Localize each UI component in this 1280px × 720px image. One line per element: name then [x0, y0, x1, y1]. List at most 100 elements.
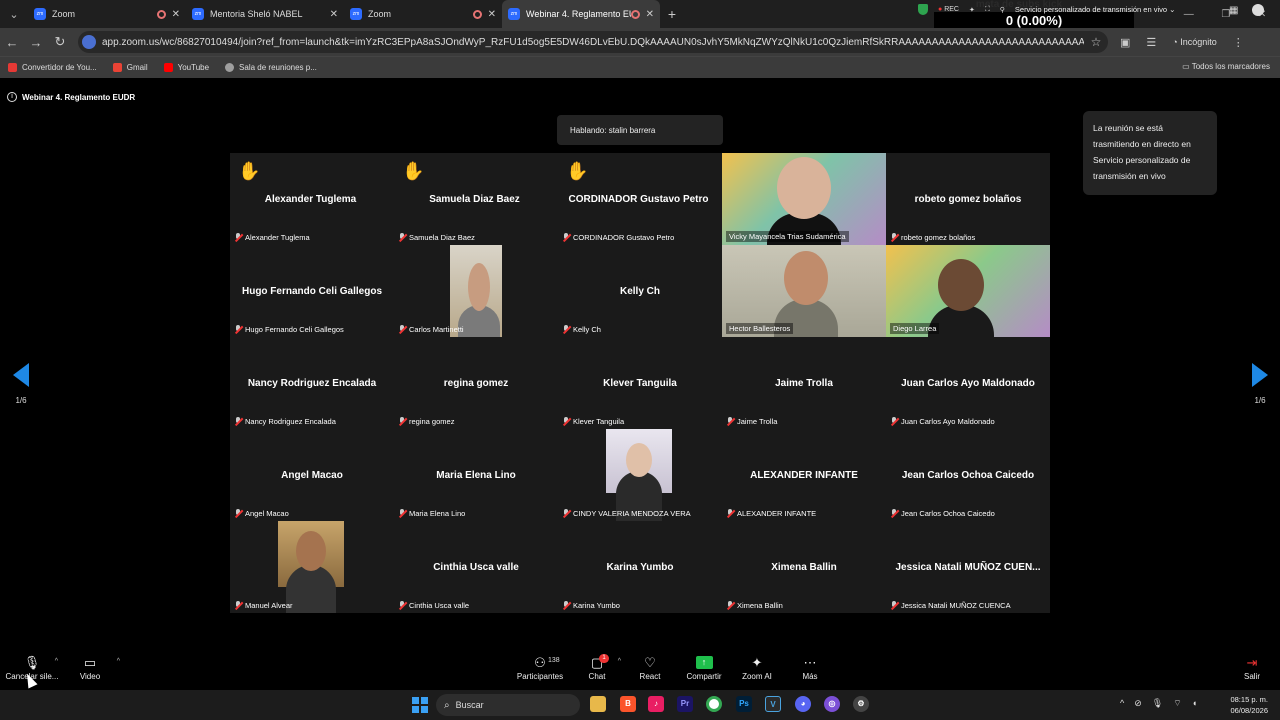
close-tab-icon[interactable]: ✕	[330, 9, 338, 20]
tiktok-icon[interactable]: ♪	[648, 696, 664, 712]
url-field[interactable]: app.zoom.us/wc/86827010494/join?ref_from…	[78, 31, 1108, 53]
participant-name-label: Angel Macao	[234, 509, 289, 518]
leave-button[interactable]: ⇥ Salir	[1222, 654, 1280, 681]
network-off-icon[interactable]: ⊘	[1134, 698, 1142, 709]
participant-tile[interactable]: ALEXANDER INFANTE ALEXANDER INFANTE	[722, 429, 886, 521]
chat-badge: 1	[599, 654, 609, 663]
bookmark-item[interactable]: Convertidor de You...	[8, 63, 97, 72]
participant-tile[interactable]: Angel Macao Angel Macao	[230, 429, 394, 521]
participant-tile[interactable]: Vicky Mayancela Trias Sudamérica	[722, 153, 886, 245]
participant-tile[interactable]: Klever Tanguila Klever Tanguila	[558, 337, 722, 429]
wifi-icon[interactable]: ⌔	[1173, 698, 1181, 709]
participant-tile[interactable]: Nancy Rodriguez Encalada Nancy Rodriguez …	[230, 337, 394, 429]
audio-options-caret-icon[interactable]: ^	[55, 658, 58, 665]
participant-tile[interactable]: Ximena Ballin Ximena Ballin	[722, 521, 886, 613]
participant-tile[interactable]: Maria Elena Lino Maria Elena Lino	[394, 429, 558, 521]
close-tab-icon[interactable]: ✕	[172, 9, 180, 20]
live-stream-icon[interactable]: ⚲	[1000, 6, 1005, 14]
editor-icon[interactable]: V	[765, 696, 781, 712]
next-page-button[interactable]: 1/6	[1250, 363, 1270, 405]
recording-indicator[interactable]: ● REC	[938, 6, 959, 13]
meeting-info-icon[interactable]: i	[7, 92, 17, 102]
photoshop-icon[interactable]: Ps	[736, 696, 752, 712]
browser-menu-icon[interactable]: ⋮	[1233, 36, 1244, 49]
file-explorer-icon[interactable]	[590, 696, 606, 712]
participant-tile[interactable]: Kelly Ch Kelly Ch	[558, 245, 722, 337]
zoom-ai-button[interactable]: ✦ Zoom AI	[727, 654, 787, 681]
bookmark-item[interactable]: Gmail	[112, 63, 148, 72]
bookmark-item[interactable]: YouTube	[163, 63, 209, 72]
react-button[interactable]: ♡ React	[620, 654, 680, 681]
premiere-icon[interactable]: Pr	[677, 696, 693, 712]
brave-browser-icon[interactable]: B	[620, 696, 636, 712]
extensions-icon[interactable]: ▣	[1120, 36, 1130, 49]
participant-name-text: Alexander Tuglema	[245, 233, 310, 242]
back-icon[interactable]: ←	[0, 35, 24, 50]
microphone-icon[interactable]: 🎙	[1152, 698, 1163, 709]
volume-icon[interactable]: ◖	[1192, 698, 1197, 709]
minimize-icon[interactable]: —	[1184, 9, 1194, 20]
close-tab-icon[interactable]: ✕	[646, 9, 654, 20]
video-options-caret-icon[interactable]: ^	[117, 658, 120, 665]
live-service-dropdown[interactable]: Servicio personalizado de transmisión en…	[1015, 5, 1176, 14]
encryption-shield-icon[interactable]	[918, 4, 928, 15]
incognito-indicator[interactable]: ◔ Incógnito	[1172, 37, 1216, 47]
participant-tile[interactable]: Diego Larrea	[886, 245, 1050, 337]
browser-tab[interactable]: zm Zoom ✕	[344, 0, 502, 28]
chrome-icon[interactable]	[706, 696, 722, 712]
participant-face	[784, 251, 828, 305]
participants-button[interactable]: ⚇ Participantes 138	[510, 654, 570, 681]
participant-tile[interactable]: Hugo Fernando Celi Gallegos Hugo Fernando…	[230, 245, 394, 337]
share-screen-button[interactable]: ↑ Compartir	[674, 654, 734, 681]
taskbar-search-input[interactable]: ⌕ Buscar	[436, 694, 580, 716]
participant-tile[interactable]: CORDINADOR Gustavo Petro ✋ CORDINADOR Gust…	[558, 153, 722, 245]
reload-icon[interactable]: ↻	[48, 34, 72, 50]
participant-tile[interactable]: Hector Ballesteros	[722, 245, 886, 337]
mic-muted-icon	[234, 509, 242, 518]
reading-list-icon[interactable]: ☰	[1146, 36, 1156, 49]
windows-start-icon[interactable]	[412, 697, 428, 713]
obs-icon[interactable]: ◎	[824, 696, 840, 712]
captions-icon[interactable]: ⛶	[985, 6, 990, 14]
user-avatar[interactable]	[1252, 4, 1264, 16]
participant-tile[interactable]: Samuela Diaz Baez ✋ Samuela Diaz Baez	[394, 153, 558, 245]
participant-tile[interactable]: Manuel Alvear	[230, 521, 394, 613]
chevron-up-icon[interactable]: ^	[1120, 698, 1124, 709]
participant-tile[interactable]: Alexander Tuglema ✋ Alexander Tuglema	[230, 153, 394, 245]
mic-muted-icon	[890, 509, 898, 518]
bookmark-star-icon[interactable]: ☆	[1084, 35, 1108, 49]
participant-name-text: Klever Tanguila	[573, 417, 625, 426]
participant-body	[286, 565, 336, 613]
view-grid-icon[interactable]: ▦	[1229, 5, 1238, 16]
participant-tile[interactable]: Jessica Natali MUÑOZ CUEN... Jessica Nata…	[886, 521, 1050, 613]
participant-tile[interactable]: Carlos Martinetti	[394, 245, 558, 337]
video-button[interactable]: ▭ Video ^	[60, 654, 120, 681]
close-tab-icon[interactable]: ✕	[488, 9, 496, 20]
participant-tile[interactable]: Cinthia Usca valle Cinthia Usca valle	[394, 521, 558, 613]
browser-tab[interactable]: zm Mentoria Sheló NABEL ✕	[186, 0, 344, 28]
forward-icon[interactable]: →	[24, 35, 48, 50]
browser-tab-active[interactable]: zm Webinar 4. Reglamento EU ✕	[502, 0, 660, 28]
browser-tab[interactable]: zm Zoom ✕	[28, 0, 186, 28]
participant-tile[interactable]: CINDY VALERIA MENDOZA VERA	[558, 429, 722, 521]
participant-name-text: Jean Carlos Ochoa Caicedo	[901, 509, 995, 518]
participant-tile[interactable]: regina gomez regina gomez	[394, 337, 558, 429]
ai-sparkle-icon[interactable]: ✦	[969, 6, 975, 14]
participant-tile[interactable]: Juan Carlos Ayo Maldonado Juan Carlos Ayo…	[886, 337, 1050, 429]
tab-search-icon[interactable]: ⌄	[0, 0, 28, 28]
taskbar-clock[interactable]: 08:15 p. m. 06/08/2026	[1222, 694, 1268, 716]
all-bookmarks-button[interactable]: ▭ Todos los marcadores	[1182, 62, 1270, 71]
participant-tile[interactable]: robeto gomez bolaños robeto gomez bolaños	[886, 153, 1050, 245]
discord-icon[interactable]: ◕	[795, 696, 811, 712]
participant-tile[interactable]: Jean Carlos Ochoa Caicedo Jean Carlos Och…	[886, 429, 1050, 521]
site-info-icon[interactable]	[82, 35, 96, 49]
participant-tile[interactable]: Jaime Trolla Jaime Trolla	[722, 337, 886, 429]
participant-tile[interactable]: Karina Yumbo Karina Yumbo	[558, 521, 722, 613]
previous-page-button[interactable]: 1/6	[11, 363, 31, 405]
settings-gear-icon[interactable]: ⚙	[853, 696, 869, 712]
chat-button[interactable]: ▢ Chat 1 ^	[567, 654, 627, 681]
bookmark-item[interactable]: Sala de reuniones p...	[225, 63, 317, 72]
more-button[interactable]: ⋯ Más	[780, 654, 840, 681]
live-stream-tooltip: La reunión se está trasmitiendo en direc…	[1083, 111, 1217, 195]
new-tab-button[interactable]: +	[660, 6, 684, 22]
